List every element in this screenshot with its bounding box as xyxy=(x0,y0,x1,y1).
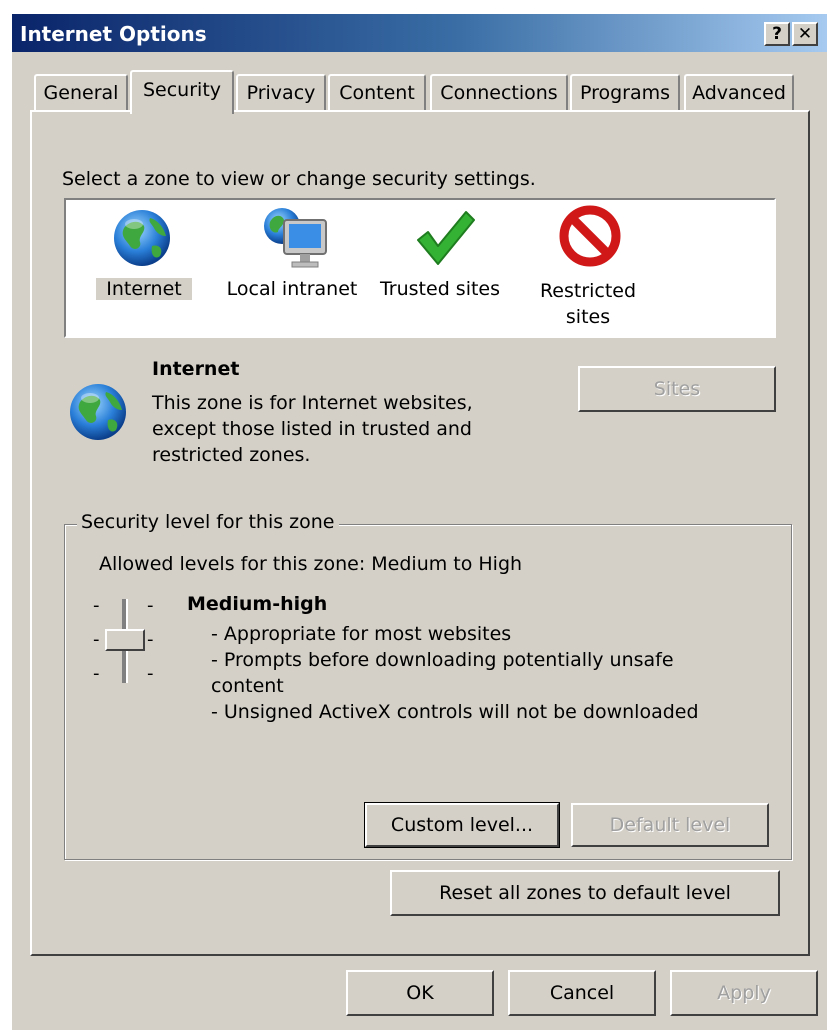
tab-security[interactable]: Security xyxy=(130,70,234,114)
slider-tick-mid-right: - xyxy=(147,629,154,650)
zone-description-line-2: except those listed in trusted and xyxy=(152,418,472,440)
security-tab-panel: Select a zone to view or change security… xyxy=(30,110,810,956)
allowed-levels-text: Allowed levels for this zone: Medium to … xyxy=(99,553,523,575)
security-level-name: Medium-high xyxy=(187,593,328,615)
zone-label-internet: Internet xyxy=(96,278,192,300)
internet-options-dialog: Internet Options ? ✕ General Security Pr… xyxy=(10,12,827,1030)
slider-thumb[interactable] xyxy=(105,629,145,651)
level-point-2-continued: content xyxy=(211,675,284,697)
zone-list: Internet Local intranet Trusted sites Re… xyxy=(64,198,776,338)
tab-advanced[interactable]: Advanced xyxy=(684,74,794,112)
ok-button[interactable]: OK xyxy=(346,970,494,1016)
tab-content[interactable]: Content xyxy=(328,74,426,112)
slider-tick-top-right: - xyxy=(147,595,154,616)
zone-description-line-3: restricted zones. xyxy=(152,444,311,466)
zone-description-line-1: This zone is for Internet websites, xyxy=(152,392,473,414)
globe-icon xyxy=(114,210,170,266)
zone-prompt: Select a zone to view or change security… xyxy=(62,168,536,190)
tab-general[interactable]: General xyxy=(34,74,128,112)
security-level-slider[interactable]: - - - - - - xyxy=(93,595,163,689)
zone-label-local-intranet: Local intranet xyxy=(226,278,358,300)
level-point-2: - Prompts before downloading potentially… xyxy=(211,649,674,671)
sites-button[interactable]: Sites xyxy=(578,366,776,412)
title-bar[interactable]: Internet Options ? ✕ xyxy=(12,14,827,52)
apply-button[interactable]: Apply xyxy=(670,970,818,1016)
intranet-icon xyxy=(264,208,327,268)
cancel-button[interactable]: Cancel xyxy=(508,970,656,1016)
reset-all-zones-button[interactable]: Reset all zones to default level xyxy=(390,870,780,916)
selected-zone-globe-icon xyxy=(70,384,126,440)
zone-label-trusted-sites: Trusted sites xyxy=(379,278,501,300)
checkmark-icon xyxy=(417,211,475,265)
slider-tick-mid-left: - xyxy=(93,629,100,650)
zone-restricted-sites[interactable]: Restricted sites xyxy=(528,200,648,336)
tab-programs[interactable]: Programs xyxy=(570,74,680,112)
slider-tick-bottom-left: - xyxy=(93,663,100,684)
tab-connections[interactable]: Connections xyxy=(430,74,568,112)
zone-local-intranet[interactable]: Local intranet xyxy=(222,200,362,336)
close-button[interactable]: ✕ xyxy=(792,22,818,46)
selected-zone-name: Internet xyxy=(152,358,240,380)
level-point-1: - Appropriate for most websites xyxy=(211,623,512,645)
security-level-group: Security level for this zone Allowed lev… xyxy=(64,511,792,860)
window-title: Internet Options xyxy=(20,22,207,46)
tab-privacy[interactable]: Privacy xyxy=(236,74,326,112)
zone-internet[interactable]: Internet xyxy=(96,200,192,336)
level-point-3: - Unsigned ActiveX controls will not be … xyxy=(211,701,699,723)
slider-tick-top-left: - xyxy=(93,595,100,616)
slider-tick-bottom-right: - xyxy=(147,663,154,684)
zone-trusted-sites[interactable]: Trusted sites xyxy=(374,200,506,336)
zone-label-restricted-sites: Restricted sites xyxy=(539,280,637,328)
custom-level-button[interactable]: Custom level... xyxy=(364,802,560,848)
help-button[interactable]: ? xyxy=(764,22,790,46)
restricted-icon xyxy=(559,205,621,267)
security-level-legend: Security level for this zone xyxy=(77,511,339,533)
default-level-button[interactable]: Default level xyxy=(571,803,769,847)
